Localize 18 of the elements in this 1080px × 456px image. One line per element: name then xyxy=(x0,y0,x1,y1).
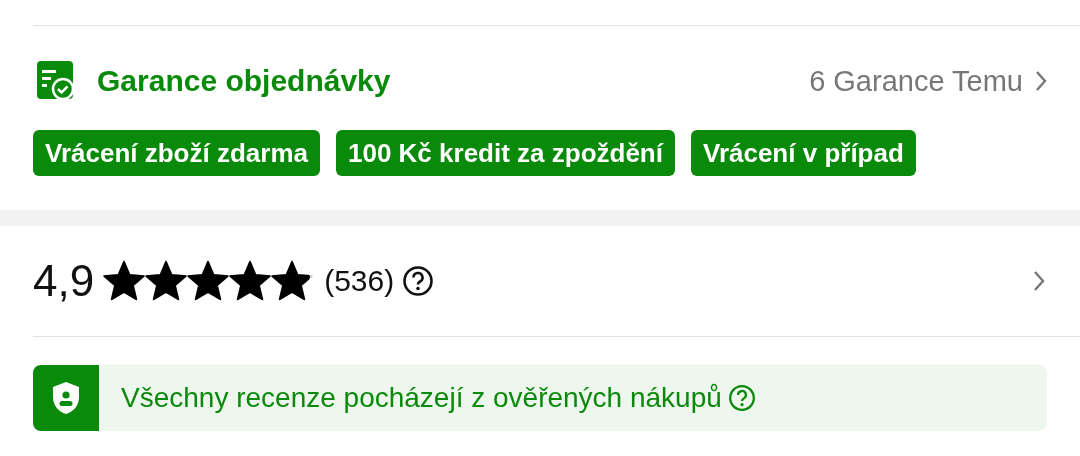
rating-score: 4,9 xyxy=(33,256,95,306)
guarantee-tag: 100 Kč kredit za zpoždění xyxy=(336,130,675,176)
guarantee-title: Garance objednávky xyxy=(97,64,392,98)
chevron-right-icon[interactable] xyxy=(1033,270,1045,292)
star-icon xyxy=(228,259,273,303)
order-check-icon xyxy=(37,61,75,101)
guarantee-link[interactable]: 6 Garance Temu xyxy=(809,64,1023,98)
review-count: (536) xyxy=(324,264,395,298)
shield-person-icon xyxy=(51,381,81,415)
chevron-right-icon[interactable] xyxy=(1035,70,1047,92)
star-icon xyxy=(144,259,189,303)
notice-text: Všechny recenze pocházejí z ověřených nákupů xyxy=(121,382,722,414)
star-icon xyxy=(186,259,231,303)
star-icon xyxy=(102,259,147,303)
help-icon[interactable] xyxy=(402,265,435,297)
guarantee-tag: Vrácení zboží zdarma xyxy=(33,130,320,176)
star-icon xyxy=(270,259,315,303)
guarantee-tag: Vrácení v případ xyxy=(690,130,916,176)
